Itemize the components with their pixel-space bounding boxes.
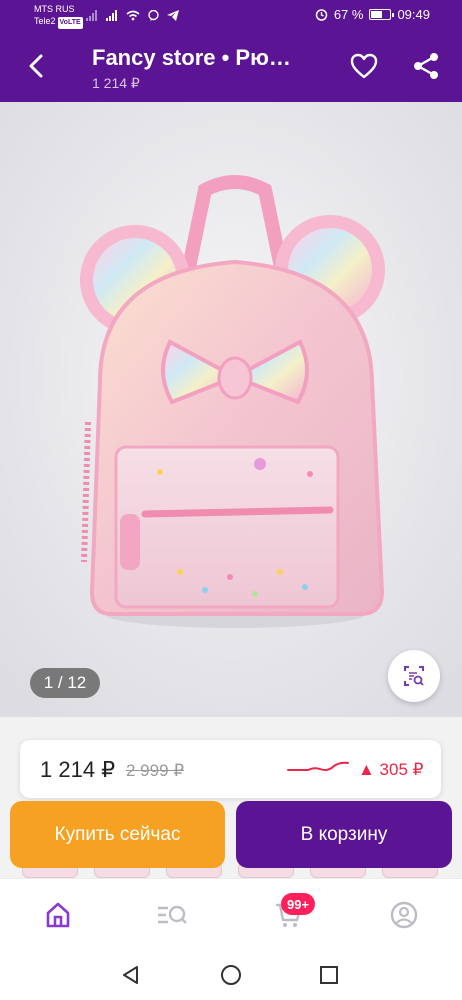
- triangle-back-icon: [123, 966, 138, 984]
- system-navigation-bar: [0, 950, 462, 1000]
- heart-icon: [350, 53, 378, 79]
- alarm-icon: [315, 9, 328, 21]
- signal-icon: [86, 9, 97, 21]
- system-back-button[interactable]: [118, 962, 144, 988]
- wifi-icon: [126, 10, 140, 20]
- add-to-cart-button[interactable]: В корзину: [236, 801, 452, 868]
- bottom-navigation: 99+: [0, 878, 462, 950]
- share-icon: [414, 53, 438, 79]
- chat-bubble-icon: [148, 9, 159, 21]
- battery-percent: 67 %: [333, 7, 364, 22]
- carrier-1: MTS RUS: [34, 4, 75, 14]
- signal-icon-2: [106, 9, 117, 21]
- price-card[interactable]: 1 214 ₽ 2 999 ₽ ▲ 305 ₽: [20, 740, 441, 798]
- status-right: 67 % 09:49: [315, 7, 430, 22]
- square-recents-icon: [320, 966, 338, 984]
- home-icon: [46, 902, 70, 928]
- current-price: 1 214 ₽: [40, 757, 116, 782]
- status-bar: MTS RUS Tele2 VoLTE 67 % 09:49: [0, 0, 462, 30]
- buy-now-button[interactable]: Купить сейчас: [10, 801, 225, 868]
- old-price: 2 999 ₽: [126, 761, 185, 780]
- nav-home[interactable]: [40, 899, 76, 931]
- nav-profile[interactable]: [386, 899, 422, 931]
- page-title: Fancy store • Рю…: [92, 45, 291, 70]
- carrier-info: MTS RUS Tele2 VoLTE: [34, 3, 83, 29]
- clock: 09:49: [397, 7, 430, 22]
- page-subtitle-price: 1 214 ₽: [92, 75, 140, 91]
- system-home-button[interactable]: [218, 962, 244, 988]
- profile-icon: [390, 901, 418, 929]
- price-change: ▲ 305 ₽: [358, 760, 424, 779]
- system-recents-button[interactable]: [316, 962, 342, 988]
- visual-search-icon: [404, 666, 424, 686]
- product-image[interactable]: [0, 102, 462, 717]
- product-gallery[interactable]: 1 / 12: [0, 102, 462, 717]
- gallery-counter: 1 / 12: [30, 668, 100, 698]
- share-button[interactable]: [408, 48, 444, 84]
- visual-search-button[interactable]: [388, 650, 440, 702]
- status-icons: [86, 8, 179, 22]
- carrier-2: Tele2: [34, 16, 56, 26]
- app-bar: Fancy store • Рю… 1 214 ₽: [0, 30, 462, 102]
- volte-badge: VoLTE: [57, 17, 83, 29]
- chevron-left-icon: [29, 54, 43, 78]
- nav-catalog[interactable]: [154, 899, 190, 931]
- cart-count-badge: 99+: [281, 893, 316, 915]
- catalog-search-icon: [158, 905, 187, 924]
- battery-icon: [369, 9, 395, 20]
- circle-home-icon: [221, 965, 241, 985]
- price-history-sparkline: [287, 761, 349, 771]
- favorite-button[interactable]: [346, 48, 382, 84]
- back-button[interactable]: [18, 48, 54, 84]
- telegram-icon: [167, 9, 179, 21]
